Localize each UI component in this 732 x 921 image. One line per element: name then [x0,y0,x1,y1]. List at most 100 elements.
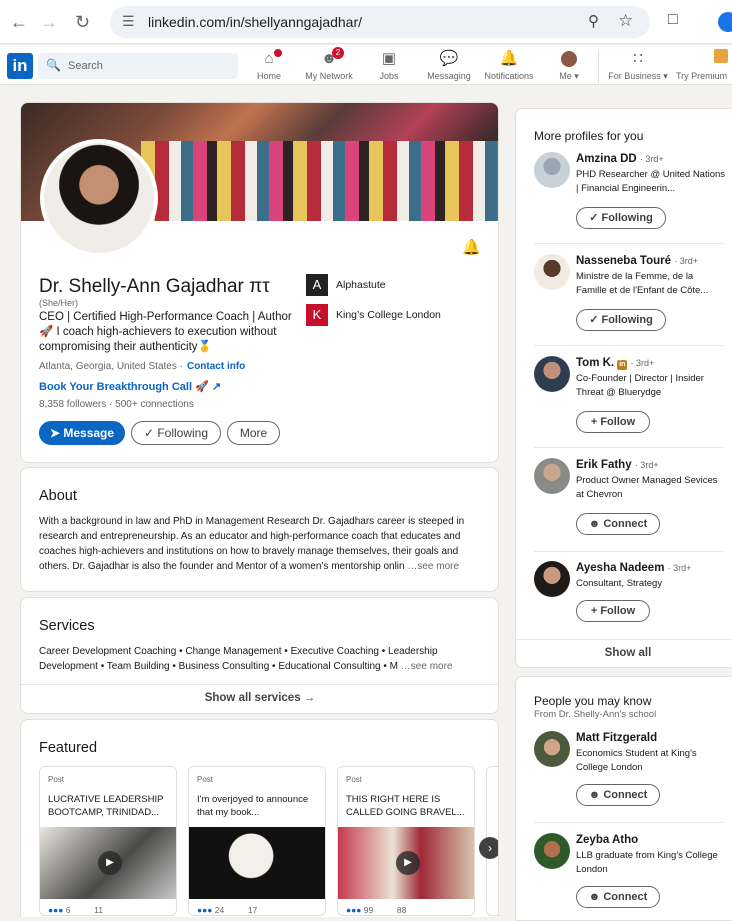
url-text[interactable]: linkedin.com/in/shellyanngajadhar/ [148,14,362,30]
follow-button[interactable]: + Follow [576,411,650,433]
name-text[interactable]: Nasseneba Touré [576,255,671,267]
nav-jobs[interactable]: ▣ Jobs [359,49,419,81]
comment-count: 17 [247,905,258,915]
post-image [189,827,325,899]
featured-post[interactable]: Post THIS RIGHT HERE IS CALLED GOING BRA… [337,766,475,916]
show-all-services[interactable]: Show all services → [21,692,498,704]
services-title: Services [39,618,95,634]
website-link-text[interactable]: Book Your Breakthrough Call 🚀 [39,381,209,393]
nav-messaging-label: Messaging [427,71,471,81]
zoom-icon[interactable]: ⚲ [588,12,599,30]
connect-button[interactable]: ☻ Connect [576,886,660,908]
featured-card: Featured Post LUCRATIVE LEADERSHIP BOOTC… [20,719,499,917]
people-know-subtitle: From Dr. Shelly-Ann's school [534,709,657,720]
add-person-icon: ☻ [588,891,601,903]
following-button[interactable]: ✓ Following [576,207,666,229]
profile-stats[interactable]: 8,358 followers · 500+ connections [39,399,194,410]
linkedin-logo[interactable]: in [7,53,33,79]
follow-button[interactable]: + Follow [576,600,650,622]
connect-button[interactable]: ☻ Connect [576,784,660,806]
person-name[interactable]: Zeyba Atho [576,834,638,846]
profile-name: Dr. Shelly-Ann Gajadhar πτ [39,276,270,297]
contact-info-link[interactable]: Contact info [187,361,245,372]
notification-bell-icon[interactable]: 🔔 [462,238,481,256]
carousel-next-icon[interactable]: › [479,837,498,859]
connect-label: Connect [603,789,648,801]
alphastute-logo: A [306,274,328,296]
grid-icon: ∷ [633,50,643,67]
person-name[interactable]: Nasseneba Touré · 3rd+ [576,255,698,267]
about-see-more[interactable]: …see more [407,561,459,572]
nav-home[interactable]: ⌂ Home [239,49,299,81]
post-reactions: ●●● 24 17 [197,905,257,915]
browser-profile-avatar[interactable] [718,12,732,32]
name-text[interactable]: Tom K. [576,357,614,369]
play-icon[interactable]: ▶ [396,851,420,875]
nav-me-label: Me ▾ [559,71,579,81]
divider [534,345,723,346]
featured-post[interactable]: Post I'm overjoyed to announce that my b… [188,766,326,916]
following-button[interactable]: ✓ Following [576,309,666,331]
divider [534,243,723,244]
org-kings-college-name: King’s College London [336,308,441,321]
avatar-icon [539,49,599,68]
profile-headline: CEO | Certified High-Performance Coach |… [39,311,292,353]
avatar[interactable] [534,254,570,290]
back-icon[interactable]: ← [10,12,28,33]
person-headline: Ministre de la Femme, de la Famille et d… [576,271,709,296]
nav-business-label: For Business ▾ [608,71,668,81]
post-type: Post [197,775,214,784]
name-text[interactable]: Ayesha Nadeem [576,562,664,574]
divider [534,551,723,552]
show-all-profiles[interactable]: Show all [516,647,732,659]
profile-location: Atlanta, Georgia, United States · Contact… [39,361,245,372]
divider [534,447,723,448]
person-name[interactable]: Ayesha Nadeem · 3rd+ [576,562,691,574]
name-text[interactable]: Amzina DD [576,153,637,165]
org-kings-college[interactable]: K King’s College London [306,304,441,326]
nav-messaging[interactable]: 💬 Messaging [419,49,479,81]
avatar[interactable] [534,833,570,869]
search-bar[interactable]: 🔍 Search [38,53,238,79]
avatar[interactable] [534,561,570,597]
nav-for-business[interactable]: ∷ For Business ▾ [606,49,670,82]
more-button[interactable]: More [227,421,280,445]
name-text[interactable]: Erik Fathy [576,459,632,471]
location-text: Atlanta, Georgia, United States · [39,361,183,372]
person-name[interactable]: Erik Fathy · 3rd+ [576,459,659,471]
person-name[interactable]: Amzina DD · 3rd+ [576,153,664,165]
avatar[interactable] [534,731,570,767]
address-bar[interactable]: ☰ linkedin.com/in/shellyanngajadhar/ ⚲ ☆ [110,6,650,38]
avatar[interactable] [534,458,570,494]
reaction-icons: ●●● [346,905,362,915]
person-name[interactable]: Matt Fitzgerald [576,732,657,744]
avatar[interactable] [534,152,570,188]
message-button[interactable]: ➤ Message [39,421,125,445]
nav-notifications[interactable]: 🔔 Notifications [479,49,539,81]
briefcase-icon: ▣ [381,50,397,67]
nav-try-premium[interactable]: Try Premium [676,49,732,81]
extensions-icon[interactable]: □ [668,11,678,29]
forward-icon[interactable]: → [40,12,58,33]
bell-icon: 🔔 [499,50,519,67]
reload-icon[interactable]: ↻ [75,12,90,33]
nav-me[interactable]: Me ▾ [539,49,599,82]
featured-post[interactable]: Post LUCRATIVE LEADERSHIP BOOTCAMP, TRIN… [39,766,177,916]
connect-label: Connect [603,518,648,530]
profile-website-link[interactable]: Book Your Breakthrough Call 🚀 ↗ [39,380,221,393]
site-settings-icon[interactable]: ☰ [122,13,135,30]
following-button[interactable]: ✓ Following [131,421,221,445]
nav-my-network[interactable]: ☻ 2 My Network [299,47,359,81]
org-alphastute[interactable]: A Alphastute [306,274,386,296]
play-icon[interactable]: ▶ [98,851,122,875]
bookmark-star-icon[interactable]: ☆ [618,11,633,31]
browser-toolbar: ← → ↻ ☰ linkedin.com/in/shellyanngajadha… [0,0,732,44]
connect-button[interactable]: ☻ Connect [576,513,660,535]
person-name[interactable]: Tom K. in · 3rd+ [576,357,654,370]
profile-photo[interactable] [40,139,158,257]
about-body: With a background in law and PhD in Mana… [39,516,465,572]
search-input[interactable]: Search [68,60,103,72]
avatar[interactable] [534,356,570,392]
services-see-more[interactable]: …see more [401,661,453,672]
post-reactions: ●●● 99 88 [346,905,406,915]
